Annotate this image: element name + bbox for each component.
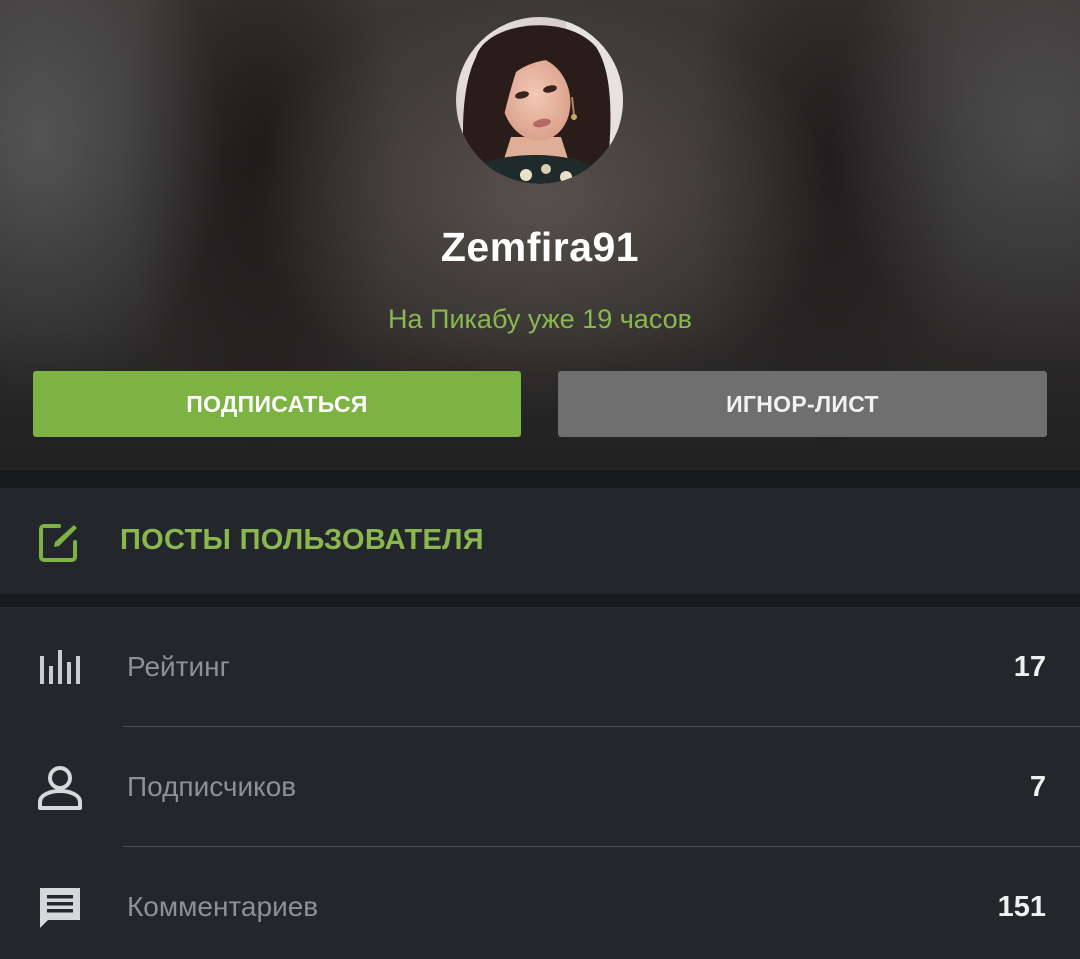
ignore-list-button[interactable]: ИГНОР-ЛИСТ	[558, 371, 1047, 437]
subscribe-button[interactable]: ПОДПИСАТЬСЯ	[33, 371, 521, 437]
user-posts-label: ПОСТЫ ПОЛЬЗОВАТЕЛЯ	[120, 524, 484, 556]
stat-rating-label: Рейтинг	[127, 651, 230, 682]
stat-rating: Рейтинг 17	[0, 607, 1080, 727]
stat-subscribers: Подписчиков 7	[0, 727, 1080, 847]
stat-comments: Комментариев 151	[0, 847, 1080, 959]
profile-header: Zemfira91 На Пикабу уже 19 часов ПОДПИСА…	[0, 0, 1080, 470]
stat-comments-value: 151	[997, 891, 1046, 923]
user-stats: Рейтинг 17 Подписчиков 7 Комментариев 15…	[0, 607, 1080, 959]
bar-chart-icon	[40, 650, 80, 684]
comment-icon	[40, 888, 80, 928]
stat-comments-label: Комментариев	[127, 891, 319, 922]
avatar[interactable]	[456, 17, 623, 184]
member-since-text: На Пикабу уже 19 часов	[388, 304, 692, 334]
user-posts-link[interactable]: ПОСТЫ ПОЛЬЗОВАТЕЛЯ	[0, 488, 1080, 594]
section-divider	[0, 470, 1080, 488]
profile-page: Zemfira91 На Пикабу уже 19 часов ПОДПИСА…	[0, 0, 1080, 959]
edit-icon	[39, 524, 77, 562]
stat-subscribers-value: 7	[1029, 771, 1046, 803]
username: Zemfira91	[440, 224, 640, 270]
stat-subscribers-label: Подписчиков	[127, 771, 297, 802]
avatar-image	[456, 17, 623, 184]
person-icon	[38, 766, 82, 810]
stat-rating-value: 17	[1013, 651, 1046, 683]
section-divider	[0, 594, 1080, 607]
